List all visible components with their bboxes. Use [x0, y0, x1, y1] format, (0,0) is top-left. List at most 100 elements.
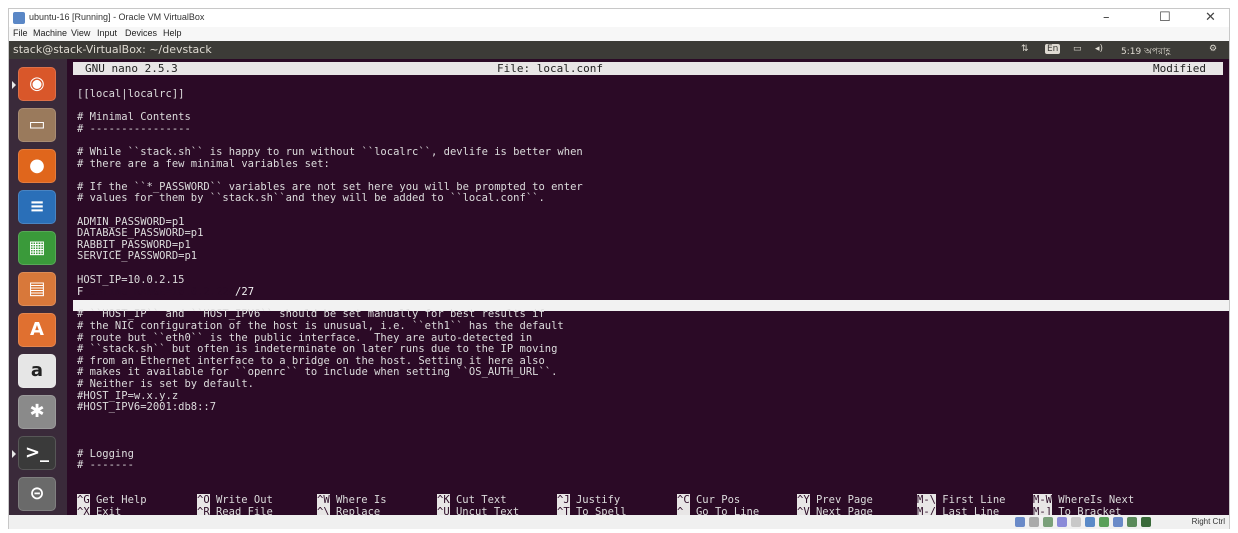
shortcut-write-out[interactable]: ^O Write Out — [197, 494, 273, 506]
editor-line[interactable]: #HOST_IP=w.x.y.z — [77, 390, 178, 402]
shortcut-where-is[interactable]: ^W Where Is — [317, 494, 387, 506]
launcher-item-software-center[interactable]: A — [18, 313, 56, 347]
shopping-bag-icon: A — [30, 319, 44, 340]
launcher-item-libreoffice-impress[interactable]: ▤ — [18, 272, 56, 306]
cursor-line-text: LOATING_RANGE=10.0.2.224 — [83, 285, 236, 298]
gear-icon[interactable]: ⚙ — [1209, 44, 1217, 54]
virtualbox-window: ubuntu-16 [Running] - Oracle VM VirtualB… — [8, 8, 1230, 529]
usb-icon[interactable] — [1043, 517, 1053, 527]
shortcut-cut-text[interactable]: ^K Cut Text — [437, 494, 507, 506]
editor-line[interactable]: # route but ``eth0`` is the public inter… — [77, 332, 532, 344]
editor-line[interactable]: # there are a few minimal variables set: — [77, 158, 330, 170]
nano-version: GNU nano 2.5.3 — [85, 62, 178, 75]
editor-line[interactable]: # values for them by ``stack.sh``and the… — [77, 193, 545, 204]
launcher-item-libreoffice-writer[interactable]: ≡ — [18, 190, 56, 224]
shortcut-next-page[interactable]: ^V Next Page — [797, 506, 873, 516]
panel-clock[interactable]: 5:19 অপরাহ্ণ — [1121, 44, 1170, 59]
host-key-icon[interactable] — [1141, 517, 1151, 527]
editor-line[interactable]: ADMIN_PASSWORD=p1 — [77, 216, 184, 228]
editor-line[interactable]: # the NIC configuration of the host is u… — [77, 321, 564, 332]
close-icon[interactable]: ✕ — [1205, 10, 1216, 25]
launcher-item-system-settings[interactable]: ✱ — [18, 395, 56, 429]
running-indicator — [12, 450, 16, 458]
shortcut-label: Prev Page — [809, 494, 873, 506]
menu-file[interactable]: File — [13, 28, 28, 38]
minimize-icon[interactable]: – — [1103, 10, 1110, 25]
editor-line[interactable]: #HOST_IPV6=2001:db8::7 — [77, 402, 216, 413]
network-icon[interactable] — [1085, 517, 1095, 527]
vbox-titlebar[interactable]: ubuntu-16 [Running] - Oracle VM VirtualB… — [9, 9, 1229, 27]
editor-line[interactable]: [[local|localrc]] — [77, 89, 184, 100]
shortcut-label: Read File — [209, 506, 273, 516]
editor-line[interactable]: # Neither is set by default. — [77, 379, 254, 390]
launcher-item-files[interactable]: ▭ — [18, 108, 56, 142]
speaker-icon[interactable]: ◂) — [1095, 44, 1103, 54]
shortcut-exit[interactable]: ^X Exit — [77, 506, 121, 515]
shortcut-cur-pos[interactable]: ^C Cur Pos — [677, 494, 740, 506]
shortcut-whereis-next[interactable]: M-W WhereIs Next — [1033, 494, 1134, 506]
display-icon[interactable] — [1071, 517, 1081, 527]
menu-view[interactable]: View — [71, 28, 90, 38]
battery-icon[interactable]: ▭ — [1073, 44, 1082, 54]
shortcut-justify[interactable]: ^J Justify — [557, 494, 620, 506]
editor-line[interactable]: # makes it available for ``openrc`` to i… — [77, 367, 557, 378]
shortcut-to-spell[interactable]: ^T To Spell — [557, 506, 627, 515]
shortcut-go-to-line[interactable]: ^_ Go To Line — [677, 506, 759, 515]
menu-input[interactable]: Input — [97, 28, 117, 38]
editor-line[interactable]: # ------- — [77, 460, 134, 471]
virtualbox-logo-icon — [13, 12, 25, 24]
editor-line[interactable]: # While ``stack.sh`` is happy to run wit… — [77, 147, 583, 158]
shortcut-first-line[interactable]: M-\ First Line — [917, 494, 1006, 506]
cpu-icon[interactable] — [1113, 517, 1123, 527]
shortcut-key: ^V — [797, 506, 810, 515]
editor-line[interactable]: # ``stack.sh`` but often is indeterminat… — [77, 344, 557, 355]
vbox-window-title: ubuntu-16 [Running] - Oracle VM VirtualB… — [29, 12, 205, 22]
editor-line[interactable]: HOST_IP=10.0.2.15 — [77, 274, 184, 286]
launcher-item-libreoffice-calc[interactable]: ▦ — [18, 231, 56, 265]
restore-icon[interactable]: ☐ — [1159, 10, 1171, 25]
mouse-integration-icon[interactable] — [1127, 517, 1137, 527]
editor-line[interactable]: # from an Ethernet interface to a bridge… — [77, 355, 545, 367]
launcher-item-amazon[interactable]: a — [18, 354, 56, 388]
keyboard-indicator[interactable]: En — [1045, 44, 1061, 54]
menu-help[interactable]: Help — [163, 28, 182, 38]
shortcut-label: First Line — [935, 494, 1006, 506]
settings-wrench-icon: ✱ — [29, 401, 45, 422]
editor-line[interactable]: # Logging — [77, 448, 134, 460]
shortcut-to-bracket[interactable]: M-] To Bracket — [1033, 506, 1122, 516]
shortcut-read-file[interactable]: ^R Read File — [197, 506, 273, 516]
terminal-window[interactable]: GNU nano 2.5.3 File: local.conf Modified… — [67, 59, 1229, 515]
nano-titlebar: GNU nano 2.5.3 File: local.conf Modified — [73, 62, 1223, 75]
shortcut-label: Next Page — [809, 506, 873, 516]
optical-drive-icon[interactable] — [1029, 517, 1039, 527]
editor-line[interactable]: RABBIT_PASSWORD=p1 — [77, 239, 191, 251]
menu-devices[interactable]: Devices — [125, 28, 157, 38]
editor-line[interactable]: # Minimal Contents — [77, 112, 191, 123]
editor-line[interactable]: SERVICE_PASSWORD=p1 — [77, 251, 197, 262]
menu-machine[interactable]: Machine — [33, 28, 67, 38]
updown-arrows-icon[interactable]: ⇅ — [1021, 44, 1029, 54]
launcher-item-drive[interactable]: ⊝ — [18, 477, 56, 511]
shortcut-key: M-\ — [917, 494, 936, 506]
editor-line-current[interactable]: FLOATING_RANGE=10.0.2.224/27 — [77, 285, 255, 298]
shortcut-key: ^K — [437, 494, 450, 506]
shared-folder-icon[interactable] — [1057, 517, 1067, 527]
recording-icon[interactable] — [1099, 517, 1109, 527]
shortcut-label: To Bracket — [1051, 506, 1122, 516]
shortcut-key: M-W — [1033, 494, 1052, 506]
editor-line[interactable]: # ---------------- — [77, 123, 191, 135]
vbox-menubar: File Machine View Input Devices Help — [9, 27, 1229, 41]
impress-presentation-icon: ▤ — [28, 278, 46, 299]
shortcut-get-help[interactable]: ^G Get Help — [77, 494, 147, 506]
shortcut-prev-page[interactable]: ^Y Prev Page — [797, 494, 873, 506]
hard-disk-icon[interactable] — [1015, 517, 1025, 527]
editor-line[interactable]: DATABASE_PASSWORD=p1 — [77, 228, 203, 239]
shortcut-replace[interactable]: ^\ Replace — [317, 506, 380, 515]
launcher-item-dash-home[interactable]: ◉ — [12, 67, 56, 101]
launcher-item-terminal[interactable]: >_ — [12, 436, 56, 470]
editor-line[interactable]: # ``HOST_IP`` and ``HOST_IPV6`` should b… — [77, 309, 545, 320]
shortcut-last-line[interactable]: M-/ Last Line — [917, 506, 999, 515]
shortcut-uncut-text[interactable]: ^U Uncut Text — [437, 506, 519, 515]
launcher-item-firefox[interactable]: ● — [18, 149, 56, 183]
editor-line[interactable]: # If the ``*_PASSWORD`` variables are no… — [77, 181, 583, 193]
